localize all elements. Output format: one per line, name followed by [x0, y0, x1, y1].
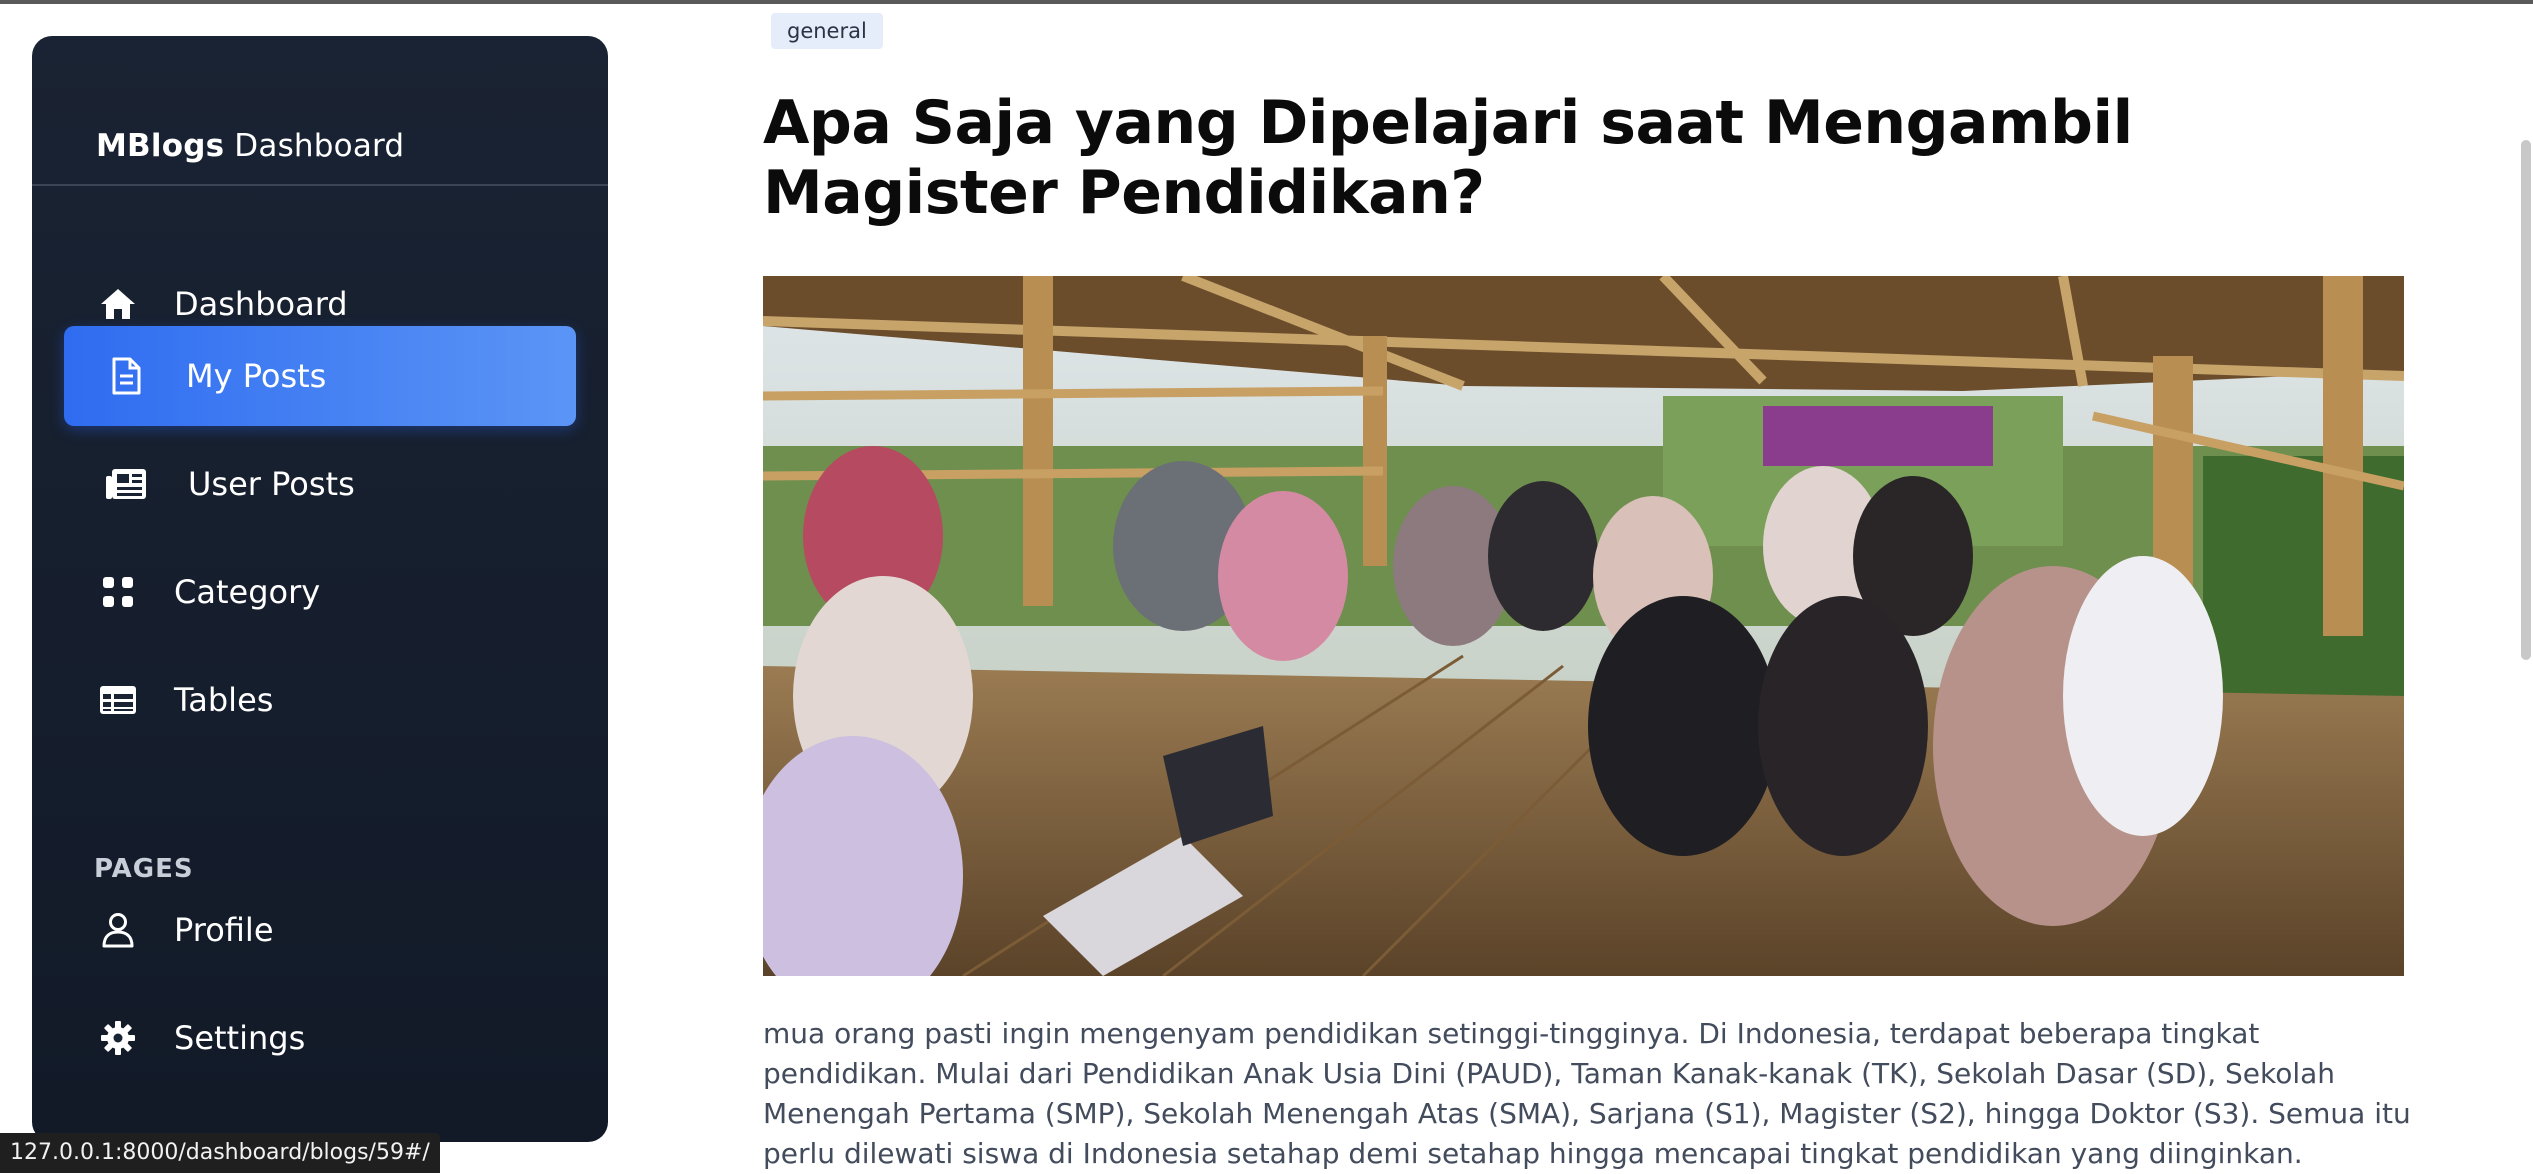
sidebar-item-label: Settings	[174, 1019, 306, 1057]
sidebar-item-tables[interactable]: Tables	[64, 650, 576, 750]
post-title: Apa Saja yang Dipelajari saat Mengambil …	[763, 88, 2133, 228]
sidebar-item-profile[interactable]: Profile	[64, 880, 576, 980]
sidebar-item-label: Category	[174, 573, 321, 611]
photo-students-gazebo	[763, 276, 2404, 976]
home-icon	[96, 282, 140, 326]
status-bar-url: 127.0.0.1:8000/dashboard/blogs/59#/	[0, 1133, 440, 1173]
table-icon	[96, 678, 140, 722]
gear-icon	[96, 1016, 140, 1060]
document-icon	[104, 354, 148, 398]
post-body: mua orang pasti ingin mengenyam pendidik…	[763, 1017, 2411, 1170]
brand-rest: Dashboard	[224, 128, 405, 164]
sidebar-item-label: Profile	[174, 911, 274, 949]
browser-top-border	[0, 0, 2533, 4]
sidebar-item-settings[interactable]: Settings	[64, 988, 576, 1088]
post-hero-image	[763, 276, 2404, 976]
sidebar-item-label: My Posts	[186, 357, 327, 395]
brand-divider	[32, 184, 608, 186]
category-tag[interactable]: general	[771, 13, 883, 49]
page-scrollbar[interactable]	[2521, 140, 2531, 660]
sidebar-item-label: Tables	[174, 681, 274, 719]
sidebar-item-label: Dashboard	[174, 285, 348, 323]
sidebar-brand[interactable]: MBlogs Dashboard	[96, 128, 404, 164]
sidebar-item-category[interactable]: Category	[64, 542, 576, 642]
user-icon	[96, 908, 140, 952]
sidebar-item-my-posts[interactable]: My Posts	[64, 326, 576, 426]
grid-icon	[96, 570, 140, 614]
brand-bold: MBlogs	[96, 128, 225, 164]
newspaper-icon	[104, 462, 148, 506]
sidebar-item-label: User Posts	[188, 465, 355, 503]
sidebar: MBlogs Dashboard Dashboard My Posts User…	[32, 36, 608, 1142]
sidebar-item-user-posts[interactable]: User Posts	[64, 434, 576, 534]
